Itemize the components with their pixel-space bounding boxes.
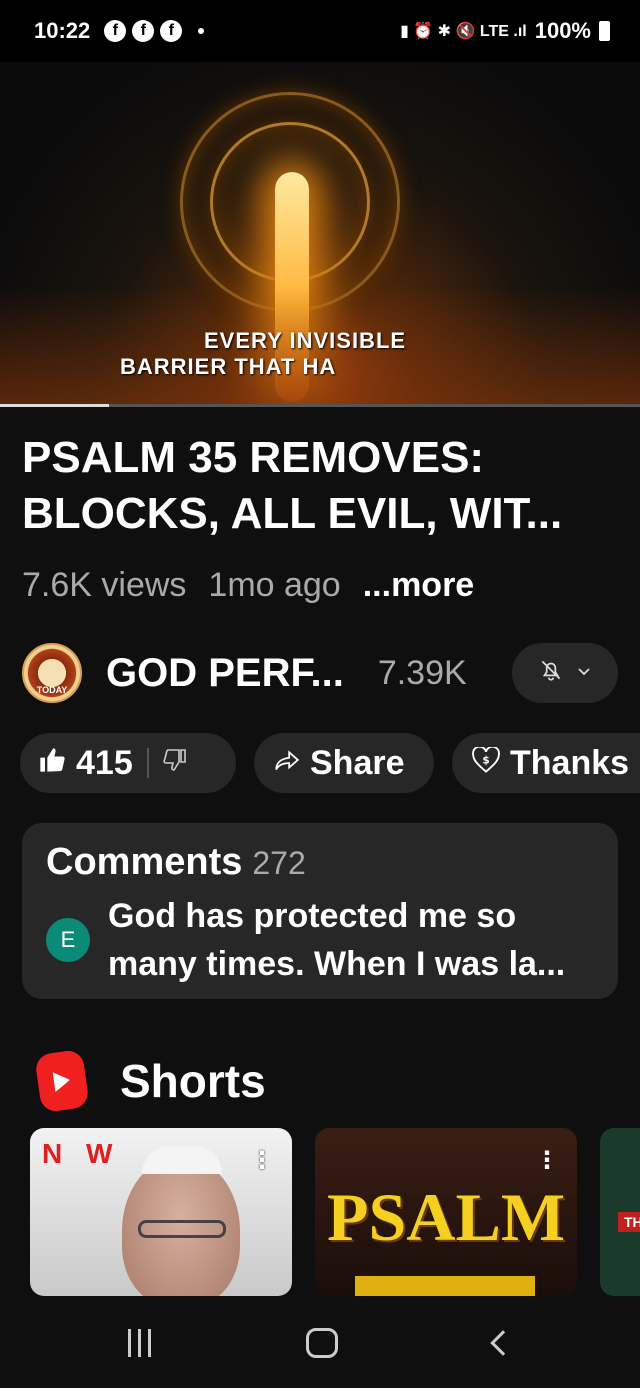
- shorts-heading: Shorts: [120, 1055, 266, 1107]
- comment-text: God has protected me so many times. When…: [108, 897, 566, 983]
- svg-text:$: $: [482, 754, 489, 766]
- comments-heading: Comments: [46, 841, 243, 883]
- comments-header: Comments 272: [46, 841, 594, 884]
- heart-dollar-icon: $: [472, 745, 500, 780]
- share-button[interactable]: Share: [254, 733, 434, 793]
- commenter-avatar: E: [46, 918, 90, 962]
- facebook-notification-icon: f: [132, 20, 155, 42]
- like-dislike-button[interactable]: 415: [20, 733, 236, 793]
- facebook-notification-icon: f: [160, 20, 183, 42]
- gold-number-fragment: [355, 1276, 535, 1296]
- comments-count: 272: [252, 845, 306, 881]
- video-progress-bar[interactable]: [0, 404, 640, 407]
- subscription-bell-button[interactable]: [512, 643, 618, 703]
- status-bar: 10:22 f f f ▮ ⏰ ✱ 🔇 LTE .ıl 100%: [0, 0, 640, 62]
- action-row: 415 Share $ Thanks: [20, 733, 640, 793]
- more-vert-icon[interactable]: ⋮: [535, 1146, 559, 1175]
- more-vert-icon[interactable]: ⋮: [250, 1146, 274, 1175]
- caption-line-2: BARRIER THAT HA: [120, 354, 337, 379]
- thanks-label: Thanks: [510, 743, 630, 782]
- channel-avatar-text: TODAY: [36, 685, 68, 695]
- recents-icon[interactable]: [127, 1329, 151, 1357]
- comments-card[interactable]: Comments 272 E God has protected me so m…: [22, 823, 618, 999]
- shorts-logo-icon: [34, 1048, 90, 1114]
- share-arrow-icon: [274, 748, 300, 779]
- caption-line-1: EVERY INVISIBLE: [204, 328, 407, 353]
- channel-row[interactable]: TODAY GOD PERF... 7.39K: [22, 640, 618, 706]
- view-count: 7.6K views: [22, 566, 187, 604]
- bell-off-icon: [538, 657, 564, 689]
- skullcap: [142, 1146, 222, 1174]
- video-progress-fill: [0, 404, 109, 407]
- comment-preview[interactable]: E God has protected me so many times. Wh…: [46, 892, 594, 988]
- short-thumbnail[interactable]: TH: [600, 1128, 640, 1296]
- video-title[interactable]: PSALM 35 REMOVES: BLOCKS, ALL EVIL, WIT.…: [22, 430, 622, 542]
- shorts-header: Shorts: [34, 1048, 266, 1114]
- status-time: 10:22: [34, 18, 91, 43]
- home-icon[interactable]: [306, 1328, 339, 1358]
- video-meta[interactable]: 7.6K views 1mo ago ...more: [22, 566, 474, 605]
- thanks-button[interactable]: $ Thanks: [452, 733, 640, 793]
- short-thumbnail[interactable]: N W ⋮: [30, 1128, 292, 1296]
- system-status-icons: ▮ ⏰ ✱ 🔇 LTE .ıl: [400, 23, 527, 40]
- like-count: 415: [76, 743, 133, 782]
- channel-name[interactable]: GOD PERF...: [106, 651, 344, 696]
- like-divider: [146, 748, 149, 778]
- facebook-notification-icon: f: [104, 20, 127, 42]
- glasses: [138, 1220, 226, 1238]
- back-icon[interactable]: [490, 1330, 516, 1356]
- video-caption: EVERY INVISIBLE BARRIER THAT HA: [120, 328, 406, 380]
- short-thumbnail[interactable]: PSALM ⋮: [315, 1128, 577, 1296]
- short-overlay-text: TH: [618, 1212, 640, 1232]
- battery-icon: [599, 21, 610, 41]
- more-notifications-dot-icon: [198, 28, 205, 34]
- system-nav-bar: [0, 1298, 640, 1388]
- video-player[interactable]: EVERY INVISIBLE BARRIER THAT HA: [0, 62, 640, 406]
- thumbs-up-icon[interactable]: [38, 747, 66, 780]
- channel-avatar[interactable]: TODAY: [22, 643, 82, 703]
- thumbs-down-icon[interactable]: [163, 748, 187, 779]
- subscriber-count: 7.39K: [377, 653, 467, 692]
- short-overlay-text: N W: [42, 1138, 121, 1169]
- short-overlay-text: PSALM: [327, 1179, 565, 1255]
- share-label: Share: [310, 743, 405, 782]
- more-link[interactable]: ...more: [363, 566, 474, 605]
- battery-percent: 100%: [534, 18, 591, 43]
- chevron-down-icon: [576, 660, 592, 686]
- upload-age: 1mo ago: [208, 566, 341, 604]
